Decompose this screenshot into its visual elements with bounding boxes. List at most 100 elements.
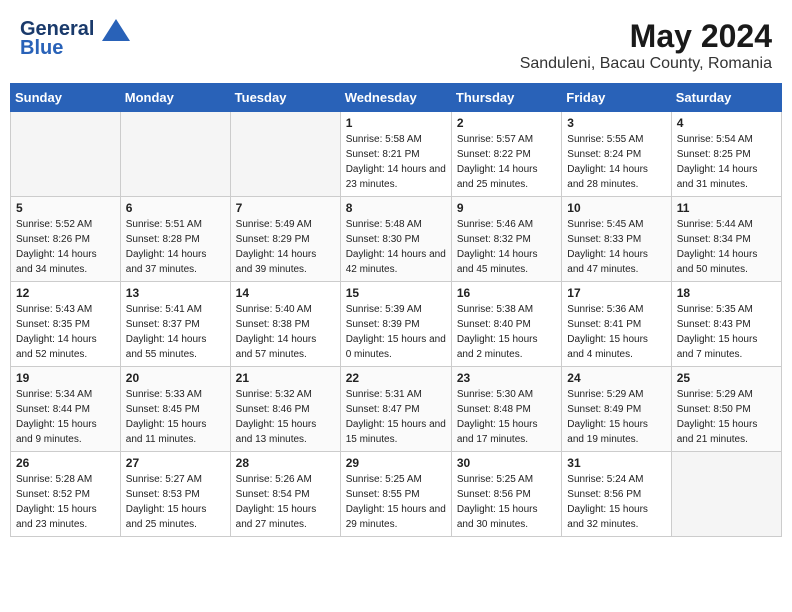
day-number: 3	[567, 116, 665, 130]
day-number: 8	[346, 201, 446, 215]
calendar-cell: 21Sunrise: 5:32 AMSunset: 8:46 PMDayligh…	[230, 367, 340, 452]
calendar-cell	[230, 112, 340, 197]
calendar-cell: 27 Sunrise: 5:27 AMSunset: 8:53 PMDayligh…	[120, 452, 230, 537]
day-info: Sunrise: 5:25 AMSunset: 8:55 PMDaylight:…	[346, 472, 446, 532]
day-number: 6	[126, 201, 225, 215]
calendar-title: May 2024	[520, 18, 772, 55]
calendar-subtitle: Sanduleni, Bacau County, Romania	[520, 55, 772, 73]
day-number: 1	[346, 116, 446, 130]
calendar-table: SundayMondayTuesdayWednesdayThursdayFrid…	[10, 83, 782, 537]
day-info: Sunrise: 5:32 AMSunset: 8:46 PMDaylight:…	[236, 387, 335, 447]
day-info: Sunrise: 5:26 AMSunset: 8:54 PMDaylight:…	[236, 472, 335, 532]
day-info: Sunrise: 5:44 AMSunset: 8:34 PMDaylight:…	[677, 217, 776, 277]
header-monday: Monday	[120, 84, 230, 112]
calendar-cell: 28 Sunrise: 5:26 AMSunset: 8:54 PMDayligh…	[230, 452, 340, 537]
calendar-cell: 26 Sunrise: 5:28 AMSunset: 8:52 PMDayligh…	[11, 452, 121, 537]
day-number: 4	[677, 116, 776, 130]
day-info: Sunrise: 5:54 AMSunset: 8:25 PMDaylight:…	[677, 132, 776, 192]
page-header: General Blue May 2024 Sanduleni, Bacau C…	[10, 10, 782, 77]
calendar-cell: 12Sunrise: 5:43 AMSunset: 8:35 PMDayligh…	[11, 282, 121, 367]
day-info: Sunrise: 5:28 AMSunset: 8:52 PMDaylight:…	[16, 472, 115, 532]
calendar-cell: 15 Sunrise: 5:39 AMSunset: 8:39 PMDayligh…	[340, 282, 451, 367]
calendar-cell: 10 Sunrise: 5:45 AMSunset: 8:33 PMDayligh…	[562, 197, 671, 282]
header-sunday: Sunday	[11, 84, 121, 112]
day-number: 28	[236, 456, 335, 470]
calendar-cell: 19 Sunrise: 5:34 AMSunset: 8:44 PMDayligh…	[11, 367, 121, 452]
day-info: Sunrise: 5:51 AMSunset: 8:28 PMDaylight:…	[126, 217, 225, 277]
day-number: 25	[677, 371, 776, 385]
day-info: Sunrise: 5:27 AMSunset: 8:53 PMDaylight:…	[126, 472, 225, 532]
calendar-cell: 23 Sunrise: 5:30 AMSunset: 8:48 PMDayligh…	[451, 367, 561, 452]
calendar-cell: 7Sunrise: 5:49 AMSunset: 8:29 PMDaylight…	[230, 197, 340, 282]
calendar-cell: 6 Sunrise: 5:51 AMSunset: 8:28 PMDaylight…	[120, 197, 230, 282]
day-info: Sunrise: 5:30 AMSunset: 8:48 PMDaylight:…	[457, 387, 556, 447]
header-wednesday: Wednesday	[340, 84, 451, 112]
day-number: 26	[16, 456, 115, 470]
day-info: Sunrise: 5:57 AMSunset: 8:22 PMDaylight:…	[457, 132, 556, 192]
calendar-cell	[120, 112, 230, 197]
day-number: 24	[567, 371, 665, 385]
day-number: 17	[567, 286, 665, 300]
day-number: 10	[567, 201, 665, 215]
day-number: 22	[346, 371, 446, 385]
day-number: 12	[16, 286, 115, 300]
calendar-week-4: 19 Sunrise: 5:34 AMSunset: 8:44 PMDayligh…	[11, 367, 782, 452]
day-info: Sunrise: 5:41 AMSunset: 8:37 PMDaylight:…	[126, 302, 225, 362]
day-info: Sunrise: 5:38 AMSunset: 8:40 PMDaylight:…	[457, 302, 556, 362]
calendar-cell: 18Sunrise: 5:35 AMSunset: 8:43 PMDayligh…	[671, 282, 781, 367]
day-info: Sunrise: 5:31 AMSunset: 8:47 PMDaylight:…	[346, 387, 446, 447]
day-info: Sunrise: 5:40 AMSunset: 8:38 PMDaylight:…	[236, 302, 335, 362]
day-number: 19	[16, 371, 115, 385]
day-number: 2	[457, 116, 556, 130]
calendar-cell: 17 Sunrise: 5:36 AMSunset: 8:41 PMDayligh…	[562, 282, 671, 367]
logo-icon	[102, 19, 130, 41]
calendar-cell: 20 Sunrise: 5:33 AMSunset: 8:45 PMDayligh…	[120, 367, 230, 452]
day-info: Sunrise: 5:33 AMSunset: 8:45 PMDaylight:…	[126, 387, 225, 447]
calendar-cell: 1 Sunrise: 5:58 AMSunset: 8:21 PMDaylight…	[340, 112, 451, 197]
calendar-cell: 24 Sunrise: 5:29 AMSunset: 8:49 PMDayligh…	[562, 367, 671, 452]
calendar-cell: 4 Sunrise: 5:54 AMSunset: 8:25 PMDaylight…	[671, 112, 781, 197]
calendar-cell: 29Sunrise: 5:25 AMSunset: 8:55 PMDayligh…	[340, 452, 451, 537]
day-number: 14	[236, 286, 335, 300]
calendar-cell	[11, 112, 121, 197]
day-info: Sunrise: 5:45 AMSunset: 8:33 PMDaylight:…	[567, 217, 665, 277]
day-number: 30	[457, 456, 556, 470]
day-info: Sunrise: 5:34 AMSunset: 8:44 PMDaylight:…	[16, 387, 115, 447]
calendar-cell: 14 Sunrise: 5:40 AMSunset: 8:38 PMDayligh…	[230, 282, 340, 367]
day-info: Sunrise: 5:29 AMSunset: 8:49 PMDaylight:…	[567, 387, 665, 447]
header-thursday: Thursday	[451, 84, 561, 112]
logo: General Blue	[20, 18, 132, 60]
day-info: Sunrise: 5:25 AMSunset: 8:56 PMDaylight:…	[457, 472, 556, 532]
day-info: Sunrise: 5:48 AMSunset: 8:30 PMDaylight:…	[346, 217, 446, 277]
day-number: 7	[236, 201, 335, 215]
day-number: 15	[346, 286, 446, 300]
day-number: 13	[126, 286, 225, 300]
calendar-week-2: 5 Sunrise: 5:52 AMSunset: 8:26 PMDaylight…	[11, 197, 782, 282]
calendar-cell: 13 Sunrise: 5:41 AMSunset: 8:37 PMDayligh…	[120, 282, 230, 367]
calendar-cell: 2 Sunrise: 5:57 AMSunset: 8:22 PMDaylight…	[451, 112, 561, 197]
day-number: 18	[677, 286, 776, 300]
day-info: Sunrise: 5:24 AMSunset: 8:56 PMDaylight:…	[567, 472, 665, 532]
day-number: 27	[126, 456, 225, 470]
day-info: Sunrise: 5:58 AMSunset: 8:21 PMDaylight:…	[346, 132, 446, 192]
day-number: 23	[457, 371, 556, 385]
day-info: Sunrise: 5:39 AMSunset: 8:39 PMDaylight:…	[346, 302, 446, 362]
calendar-cell: 11Sunrise: 5:44 AMSunset: 8:34 PMDayligh…	[671, 197, 781, 282]
calendar-cell: 22 Sunrise: 5:31 AMSunset: 8:47 PMDayligh…	[340, 367, 451, 452]
calendar-cell: 30 Sunrise: 5:25 AMSunset: 8:56 PMDayligh…	[451, 452, 561, 537]
calendar-cell: 31Sunrise: 5:24 AMSunset: 8:56 PMDayligh…	[562, 452, 671, 537]
calendar-cell: 5 Sunrise: 5:52 AMSunset: 8:26 PMDaylight…	[11, 197, 121, 282]
day-number: 16	[457, 286, 556, 300]
day-number: 5	[16, 201, 115, 215]
calendar-cell: 9Sunrise: 5:46 AMSunset: 8:32 PMDaylight…	[451, 197, 561, 282]
calendar-header-row: SundayMondayTuesdayWednesdayThursdayFrid…	[11, 84, 782, 112]
calendar-cell: 8 Sunrise: 5:48 AMSunset: 8:30 PMDaylight…	[340, 197, 451, 282]
day-info: Sunrise: 5:52 AMSunset: 8:26 PMDaylight:…	[16, 217, 115, 277]
header-saturday: Saturday	[671, 84, 781, 112]
header-friday: Friday	[562, 84, 671, 112]
calendar-cell	[671, 452, 781, 537]
day-info: Sunrise: 5:46 AMSunset: 8:32 PMDaylight:…	[457, 217, 556, 277]
calendar-cell: 25Sunrise: 5:29 AMSunset: 8:50 PMDayligh…	[671, 367, 781, 452]
day-number: 20	[126, 371, 225, 385]
day-info: Sunrise: 5:36 AMSunset: 8:41 PMDaylight:…	[567, 302, 665, 362]
